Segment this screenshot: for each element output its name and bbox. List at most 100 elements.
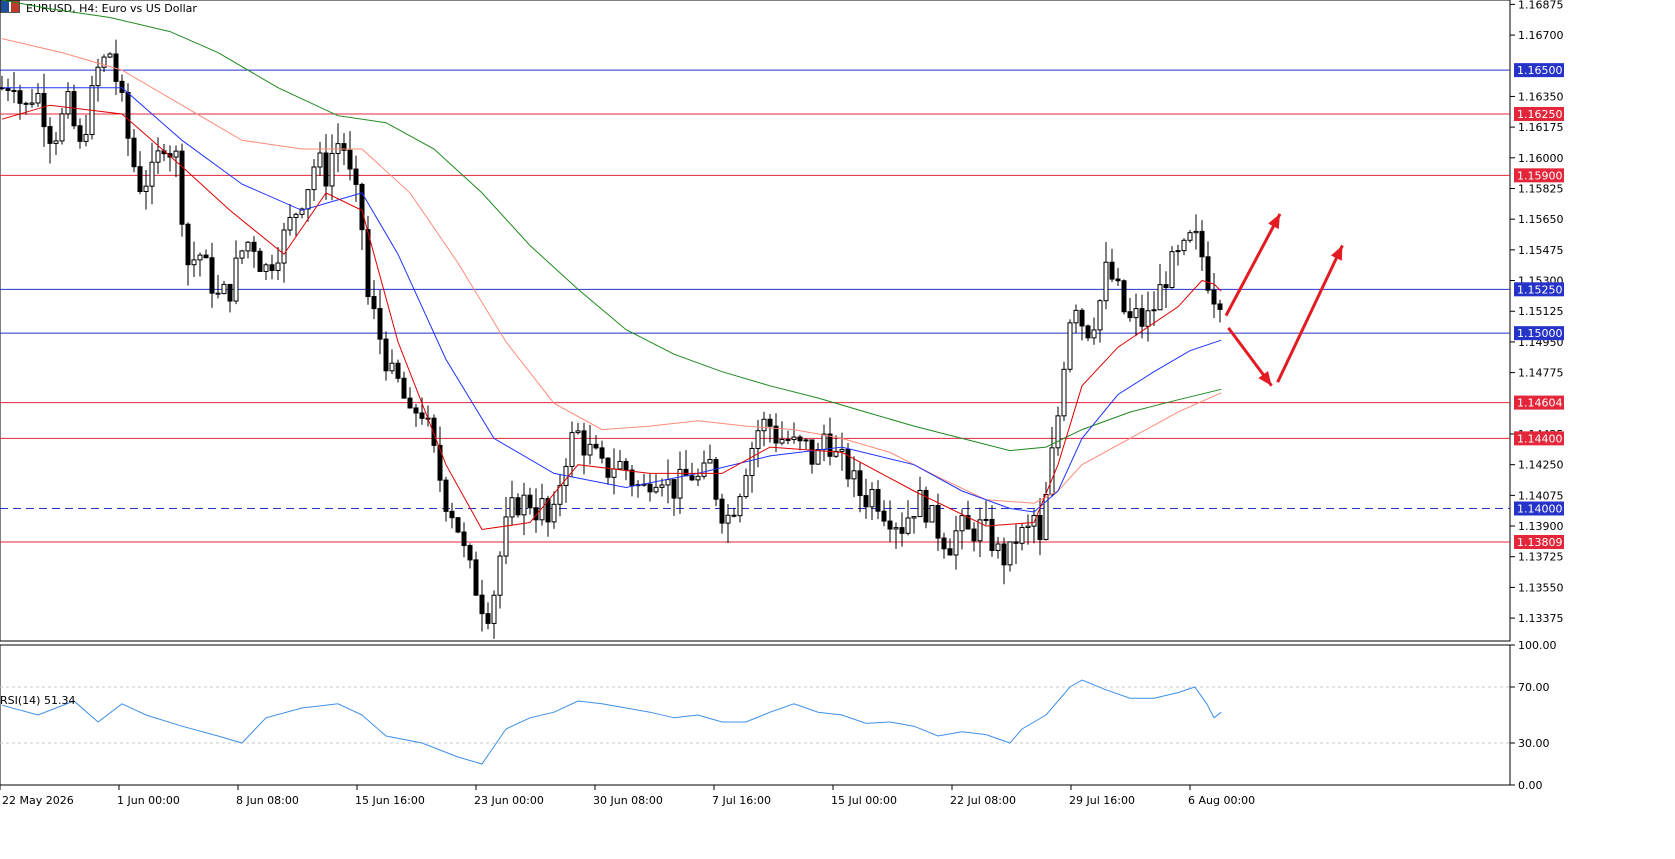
candle [749, 441, 755, 493]
candle [551, 491, 557, 529]
time-tick-label: 23 Jun 00:00 [474, 794, 544, 807]
price-tick-label: 1.15125 [1518, 305, 1564, 318]
price-tick-label: 1.16875 [1518, 0, 1564, 11]
candle [893, 522, 899, 549]
rsi-tick-label: 70.00 [1518, 681, 1550, 694]
candle [167, 145, 173, 172]
level-label-text: 1.14400 [1517, 432, 1563, 445]
candlesticks [0, 39, 1223, 639]
price-tick-label: 1.14775 [1518, 367, 1564, 380]
price-tick-label: 1.14075 [1518, 489, 1564, 502]
candle [347, 131, 353, 181]
candle [875, 480, 881, 520]
price-tick-label: 1.15825 [1518, 182, 1564, 195]
candle [443, 476, 449, 522]
candle [491, 590, 497, 639]
level-label-6: 1.14400 [1514, 431, 1564, 446]
candle [389, 349, 395, 375]
candle [449, 502, 455, 529]
candle [599, 440, 605, 464]
candle [809, 439, 815, 474]
time-tick-label: 1 Jun 00:00 [117, 794, 180, 807]
candle [269, 254, 275, 280]
candle [521, 482, 527, 536]
ema-mid-line [2, 87, 1222, 513]
candle [659, 478, 665, 497]
level-label-7: 1.14000 [1514, 501, 1564, 516]
candle [53, 132, 59, 155]
candle [191, 241, 197, 278]
candle [1049, 426, 1055, 497]
candle [929, 504, 935, 523]
price-tick-label: 1.15650 [1518, 213, 1564, 226]
candle [143, 170, 149, 210]
candle [113, 39, 119, 95]
candle [947, 538, 953, 556]
time-tick-label: 30 Jun 08:00 [593, 794, 663, 807]
candle [515, 493, 521, 518]
candle [1019, 523, 1025, 551]
candle [857, 462, 863, 513]
candle [629, 464, 635, 497]
candle [83, 115, 89, 147]
level-label-8: 1.13809 [1514, 534, 1564, 549]
price-tick-label: 1.15475 [1518, 244, 1564, 257]
candle [239, 249, 245, 265]
candle [395, 359, 401, 383]
candle [1001, 537, 1007, 585]
rsi-panel[interactable]: 100.00 70.00 30.00 0.00 [0, 639, 1557, 792]
rsi-plot-border [0, 644, 1511, 786]
candle [977, 507, 983, 558]
candle [1169, 246, 1175, 289]
candle [719, 493, 725, 534]
candle [665, 459, 671, 504]
candle [605, 457, 611, 485]
candle [1175, 244, 1181, 266]
candle [677, 451, 683, 514]
candle [1013, 524, 1019, 564]
candle [1121, 279, 1127, 315]
candle [683, 450, 689, 477]
candle [1217, 299, 1223, 323]
candle [887, 500, 893, 543]
candle [377, 290, 383, 355]
candle [509, 480, 515, 526]
candle [971, 522, 977, 552]
candle [1157, 264, 1163, 311]
candle [1187, 229, 1193, 243]
ema-slow-line [1, 38, 1222, 504]
candle [731, 507, 737, 518]
main-plot-area[interactable] [0, 0, 1511, 642]
candle [257, 247, 263, 272]
candle [41, 73, 47, 148]
candle [311, 159, 317, 201]
level-label-text: 1.15900 [1517, 169, 1563, 182]
candle [209, 242, 215, 308]
price-chart[interactable]: 1.16875 1.16700 1.16350 1.16175 1.16000 1.158… [0, 0, 1675, 859]
candle [827, 417, 833, 466]
candle [29, 88, 35, 108]
candle [689, 462, 695, 482]
candle [1103, 242, 1109, 310]
candle [743, 468, 749, 499]
candle [617, 450, 623, 471]
candle [203, 249, 209, 259]
candle [653, 474, 659, 494]
candle [335, 123, 341, 173]
candle [761, 411, 767, 447]
candle [479, 579, 485, 632]
candle [365, 215, 371, 305]
candle [467, 543, 473, 569]
candle [101, 54, 107, 72]
ema-long-line [1, 0, 1222, 452]
price-tick-label: 1.13900 [1518, 520, 1564, 533]
candle [569, 421, 575, 478]
candle [1007, 541, 1013, 572]
candle [593, 435, 599, 450]
time-tick-label: 15 Jul 00:00 [831, 794, 897, 807]
candle [941, 532, 947, 559]
candle [185, 222, 191, 286]
candle [863, 478, 869, 519]
time-tick-label: 8 Jun 08:00 [236, 794, 299, 807]
candle [503, 496, 509, 565]
